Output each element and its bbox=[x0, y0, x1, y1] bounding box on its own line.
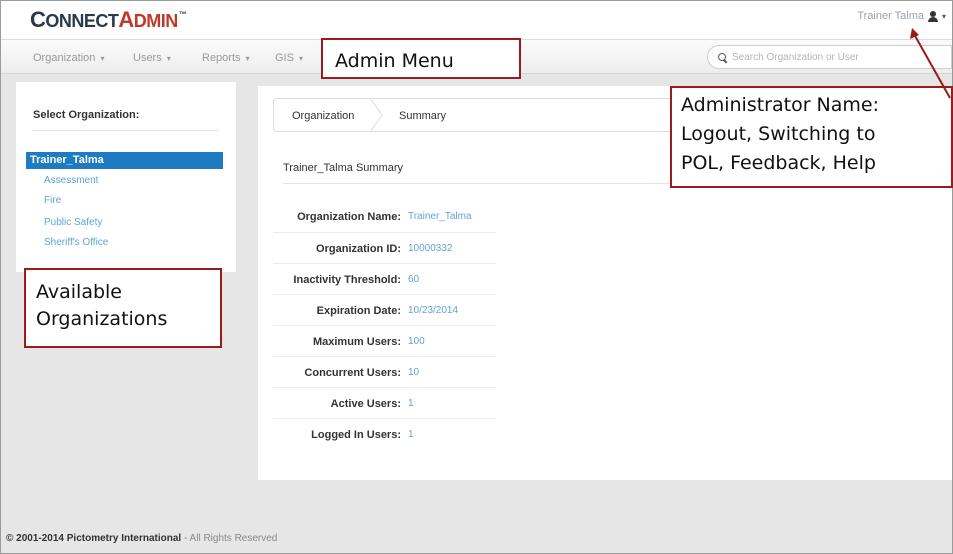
callout-available-organizations: Available Organizations bbox=[24, 268, 222, 348]
nav-gis-label: GIS bbox=[275, 52, 294, 64]
caret-down-icon: ▾ bbox=[941, 11, 946, 21]
row-value: 10000332 bbox=[408, 243, 453, 254]
app-logo[interactable]: CONNECTADMIN™ bbox=[30, 7, 187, 33]
row-value: 10 bbox=[408, 367, 420, 378]
caret-down-icon: ▾ bbox=[166, 54, 171, 63]
row-value: Trainer_Talma bbox=[408, 211, 472, 222]
row-label: Inactivity Threshold: bbox=[293, 274, 401, 286]
row-value: 1 bbox=[408, 398, 414, 409]
footer: © 2001-2014 Pictometry International - A… bbox=[6, 533, 277, 544]
callout-text: Administrator Name: bbox=[681, 94, 880, 116]
logo-letter-a: A bbox=[118, 7, 134, 32]
caret-down-icon: ▾ bbox=[100, 54, 105, 63]
caret-down-icon: ▾ bbox=[299, 54, 304, 63]
callout-text: Available bbox=[36, 281, 123, 303]
logo-trademark: ™ bbox=[178, 10, 187, 19]
row-value: 10/23/2014 bbox=[408, 305, 459, 316]
summary-row: Expiration Date: 10/23/2014 bbox=[273, 294, 496, 325]
caret-down-icon: ▾ bbox=[245, 54, 250, 63]
nav-organization-label: Organization bbox=[33, 52, 96, 64]
divider bbox=[283, 183, 683, 184]
user-menu[interactable]: Trainer Talma ▾ bbox=[857, 10, 946, 22]
summary-row: Concurrent Users: 10 bbox=[273, 356, 496, 387]
select-organization-heading: Select Organization: bbox=[33, 109, 140, 121]
row-label: Organization ID: bbox=[316, 243, 401, 255]
breadcrumb-separator-icon bbox=[369, 98, 383, 132]
callout-text: Logout, Switching to bbox=[681, 123, 876, 145]
summary-row: Logged In Users: 1 bbox=[273, 418, 496, 449]
search-icon[interactable] bbox=[718, 52, 727, 62]
row-value: 1 bbox=[408, 429, 414, 440]
user-name: Trainer Talma bbox=[857, 10, 924, 22]
row-value: 100 bbox=[408, 336, 425, 347]
callout-text: POL, Feedback, Help bbox=[681, 152, 876, 174]
divider bbox=[32, 130, 219, 131]
breadcrumb-summary: Summary bbox=[399, 110, 447, 122]
nav-gis[interactable]: GIS ▾ bbox=[275, 52, 303, 64]
row-label: Logged In Users: bbox=[311, 429, 401, 441]
callout-admin-menu: Admin Menu bbox=[321, 38, 521, 79]
row-label: Concurrent Users: bbox=[304, 367, 401, 379]
callout-text: Admin Menu bbox=[335, 50, 454, 72]
organization-panel: Select Organization: Trainer_Talma Asses… bbox=[16, 82, 236, 272]
summary-row: Active Users: 1 bbox=[273, 387, 496, 418]
logo-text-dmin: DMIN bbox=[133, 11, 179, 31]
callout-administrator-name: Administrator Name: Logout, Switching to… bbox=[670, 86, 953, 188]
breadcrumb-organization[interactable]: Organization bbox=[292, 110, 354, 122]
nav-organization[interactable]: Organization ▾ bbox=[33, 52, 104, 64]
row-label: Maximum Users: bbox=[312, 336, 401, 348]
nav-users[interactable]: Users ▾ bbox=[133, 52, 171, 64]
row-label: Organization Name: bbox=[297, 211, 401, 223]
org-item[interactable]: Sheriff's Office bbox=[44, 237, 108, 248]
org-item[interactable]: Fire bbox=[44, 195, 61, 206]
nav-users-label: Users bbox=[133, 52, 162, 64]
org-item-selected[interactable]: Trainer_Talma bbox=[26, 152, 223, 169]
org-item[interactable]: Public Safety bbox=[44, 217, 102, 228]
summary-row: Organization ID: 10000332 bbox=[273, 232, 496, 263]
summary-row: Inactivity Threshold: 60 bbox=[273, 263, 496, 294]
logo-text-onnect: ONNECT bbox=[45, 11, 119, 31]
org-item[interactable]: Assessment bbox=[44, 175, 98, 186]
row-label: Expiration Date: bbox=[316, 305, 401, 317]
user-icon bbox=[927, 10, 938, 22]
callout-text: Organizations bbox=[36, 308, 168, 330]
rights-text: - All Rights Reserved bbox=[181, 533, 278, 544]
top-bar: CONNECTADMIN™ Trainer Talma ▾ bbox=[1, 1, 952, 39]
row-label: Active Users: bbox=[330, 398, 401, 410]
summary-row: Maximum Users: 100 bbox=[273, 325, 496, 356]
summary-row: Organization Name: Trainer_Talma bbox=[273, 201, 496, 232]
logo-letter-c: C bbox=[30, 7, 46, 32]
search-input[interactable] bbox=[732, 51, 932, 63]
summary-title: Trainer_Talma Summary bbox=[283, 162, 404, 174]
row-value: 60 bbox=[408, 274, 420, 285]
nav-reports-label: Reports bbox=[202, 52, 241, 64]
search-box bbox=[707, 45, 952, 69]
nav-reports[interactable]: Reports ▾ bbox=[202, 52, 250, 64]
copyright-text: © 2001-2014 Pictometry International bbox=[6, 533, 182, 544]
